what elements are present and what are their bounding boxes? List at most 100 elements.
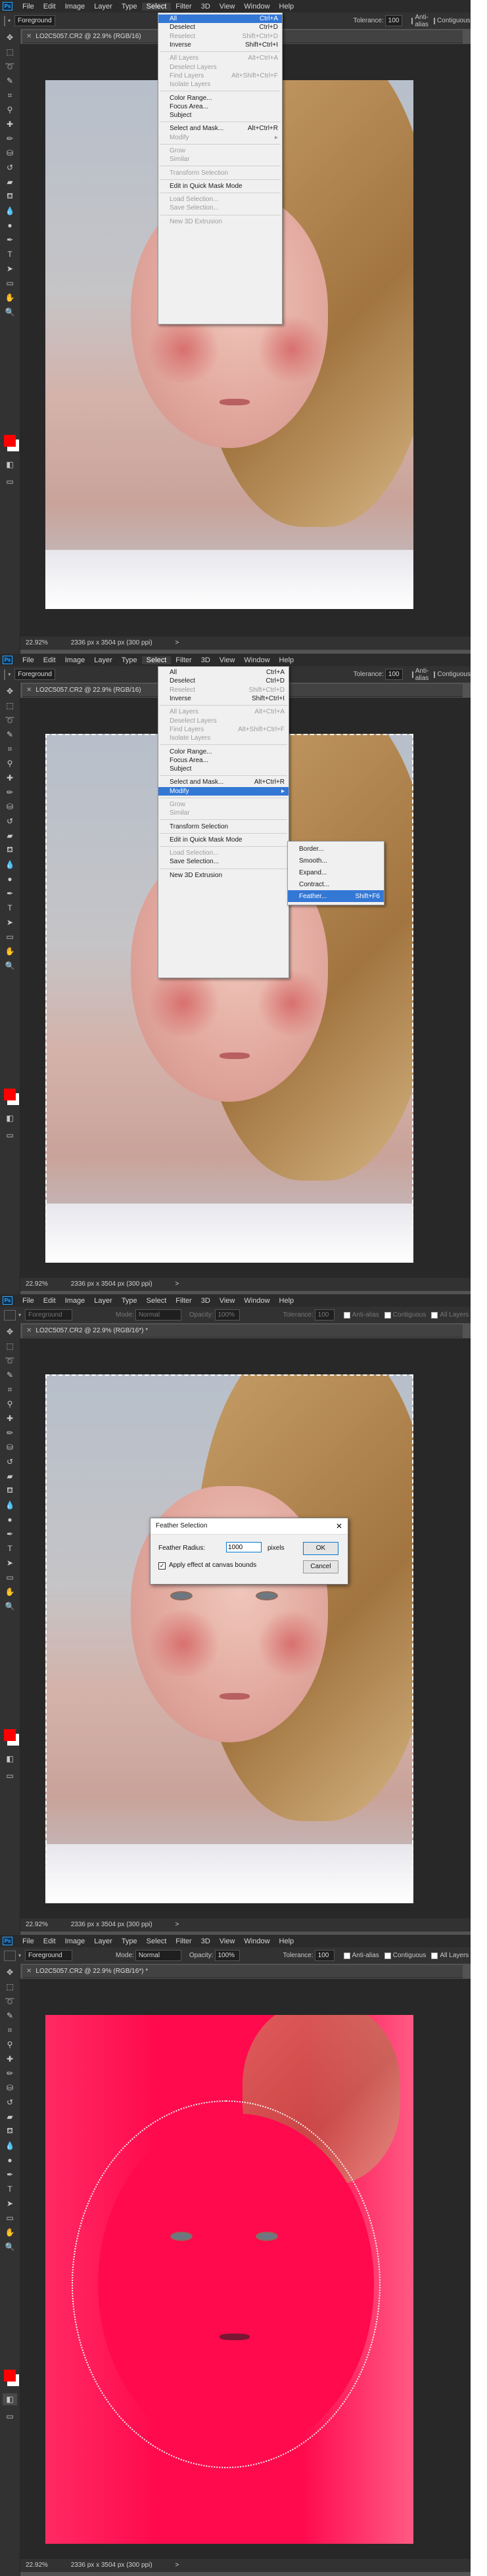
menu-view[interactable]: View <box>215 656 240 664</box>
menu-item-grow[interactable]: Grow <box>158 800 289 809</box>
path-select-icon[interactable]: ➤ <box>3 2198 17 2209</box>
menu-select[interactable]: Select <box>142 1937 172 1945</box>
menu-item-reselect[interactable]: Reselect Shift+Ctrl+D <box>158 32 282 41</box>
crop-icon[interactable]: ⌗ <box>3 2024 17 2036</box>
screen-mode-icon[interactable]: ▭ <box>3 476 17 487</box>
close-icon[interactable]: ✕ <box>26 1968 32 1975</box>
menu-type[interactable]: Type <box>117 656 142 664</box>
lasso-icon[interactable]: ➰ <box>3 1995 17 2007</box>
menu-file[interactable]: File <box>18 3 39 11</box>
blur-icon[interactable]: 💧 <box>3 2140 17 2152</box>
foreground-color-swatch[interactable] <box>4 1089 16 1100</box>
zoom-level[interactable]: 22.92% <box>26 2562 48 2569</box>
quick-mask-icon[interactable]: ◧ <box>3 1753 17 1765</box>
mode-select[interactable]: Normal <box>135 1950 181 1961</box>
paint-bucket-tool-icon[interactable]: ⛾ <box>3 191 17 202</box>
menu-item-modify[interactable]: Modify ▸ <box>158 786 289 796</box>
dodge-icon[interactable]: ● <box>3 1514 17 1525</box>
menu-layer[interactable]: Layer <box>89 656 117 664</box>
eraser-icon[interactable]: ▰ <box>3 1470 17 1482</box>
mode-select[interactable]: Normal <box>135 1309 181 1321</box>
eraser-icon[interactable]: ▰ <box>3 2111 17 2123</box>
menu-item-deselect-layers[interactable]: Deselect Layers <box>158 62 282 71</box>
foreground-color-swatch[interactable] <box>4 2370 16 2382</box>
close-icon[interactable]: ✕ <box>26 687 32 694</box>
menu-help[interactable]: Help <box>275 1297 299 1305</box>
menu-item-focus-area[interactable]: Focus Area... <box>158 102 282 111</box>
chevron-down-icon[interactable]: ▾ <box>8 18 11 24</box>
marquee-icon[interactable]: ⬚ <box>3 700 17 712</box>
menu-item-isolate-layers[interactable]: Isolate Layers <box>158 80 282 89</box>
paint-bucket-tool-icon[interactable]: ⛾ <box>3 844 17 856</box>
dodge-icon[interactable]: ● <box>3 2154 17 2166</box>
healing-icon[interactable]: ✚ <box>3 1412 17 1424</box>
contiguous-checkbox[interactable] <box>384 1311 391 1319</box>
opacity-input[interactable]: 100% <box>214 1309 240 1321</box>
tolerance-input[interactable]: 100 <box>314 1309 335 1321</box>
menu-item-deselect-layers[interactable]: Deselect Layers <box>158 716 289 725</box>
paint-bucket-icon[interactable] <box>4 1309 16 1321</box>
hand-icon[interactable]: ✋ <box>3 2226 17 2238</box>
marquee-icon[interactable]: ⬚ <box>3 1340 17 1352</box>
antialias-checkbox[interactable] <box>343 1952 350 1959</box>
fill-source-select[interactable]: Foreground <box>14 15 55 26</box>
menu-item-smooth[interactable]: Smooth... <box>288 855 384 867</box>
chevron-down-icon[interactable]: ▾ <box>18 1953 21 1958</box>
crop-icon[interactable]: ⌗ <box>3 89 17 101</box>
paint-bucket-tool-icon[interactable]: ⛾ <box>3 1485 17 1497</box>
contiguous-checkbox[interactable] <box>433 17 435 24</box>
menu-item-subject[interactable]: Subject <box>158 765 289 773</box>
menu-window[interactable]: Window <box>239 1937 274 1945</box>
menu-item-new-3d-extrusion[interactable]: New 3D Extrusion <box>158 217 282 226</box>
menu-item-save-selection[interactable]: Save Selection... <box>158 857 289 866</box>
zoom-icon[interactable]: 🔍 <box>3 1600 17 1612</box>
eyedropper-icon[interactable]: ⚲ <box>3 757 17 769</box>
menu-select[interactable]: Select <box>141 2 172 11</box>
status-arrow-icon[interactable]: > <box>175 2562 179 2569</box>
apply-canvas-bounds-checkbox[interactable]: ✓ <box>158 1562 166 1570</box>
shape-icon[interactable]: ▭ <box>3 931 17 943</box>
fill-source-select[interactable]: Foreground <box>25 1309 73 1321</box>
menu-filter[interactable]: Filter <box>171 656 196 664</box>
contiguous-checkbox[interactable] <box>434 671 436 678</box>
menu-edit[interactable]: Edit <box>39 1937 60 1945</box>
quick-mask-icon[interactable]: ◧ <box>3 1112 17 1124</box>
close-icon[interactable]: ✕ <box>26 33 32 40</box>
move-icon[interactable]: ✥ <box>3 1966 17 1978</box>
menu-window[interactable]: Window <box>239 1297 274 1305</box>
menu-item-deselect[interactable]: Deselect Ctrl+D <box>158 23 282 32</box>
menu-item-quick-mask[interactable]: Edit in Quick Mask Mode <box>158 836 289 844</box>
foreground-color-swatch[interactable] <box>4 435 16 447</box>
brush-icon[interactable]: ✏ <box>3 1427 17 1439</box>
stamp-icon[interactable]: ⛁ <box>3 1441 17 1453</box>
menu-layer[interactable]: Layer <box>89 3 117 11</box>
menu-help[interactable]: Help <box>275 3 299 11</box>
close-icon[interactable]: ✕ <box>336 1518 342 1534</box>
status-arrow-icon[interactable]: > <box>175 639 179 646</box>
menu-item-all-layers[interactable]: All Layers Alt+Ctrl+A <box>158 708 289 716</box>
marquee-icon[interactable]: ⬚ <box>3 46 17 58</box>
fill-source-select[interactable]: Foreground <box>14 669 55 680</box>
brush-icon[interactable]: ✏ <box>3 786 17 798</box>
menu-item-isolate-layers[interactable]: Isolate Layers <box>158 734 289 742</box>
healing-icon[interactable]: ✚ <box>3 2053 17 2065</box>
history-brush-icon[interactable]: ↺ <box>3 815 17 827</box>
menu-type[interactable]: Type <box>117 1297 142 1305</box>
menu-item-new-3d-extrusion[interactable]: New 3D Extrusion <box>158 871 289 880</box>
menu-help[interactable]: Help <box>275 656 299 664</box>
menu-item-transform-selection[interactable]: Transform Selection <box>158 822 289 830</box>
all-layers-checkbox[interactable] <box>431 1311 438 1319</box>
stamp-icon[interactable]: ⛁ <box>3 147 17 159</box>
menu-item-all-layers[interactable]: All Layers Alt+Ctrl+A <box>158 54 282 62</box>
menu-item-select-and-mask[interactable]: Select and Mask... Alt+Ctrl+R <box>158 124 282 133</box>
menu-item-reselect[interactable]: Reselect Shift+Ctrl+D <box>158 686 289 694</box>
shape-icon[interactable]: ▭ <box>3 2212 17 2224</box>
menu-item-border[interactable]: Border... <box>288 843 384 855</box>
menu-item-similar[interactable]: Similar <box>158 809 289 817</box>
canvas-area[interactable] <box>20 1979 471 2559</box>
menu-item-similar[interactable]: Similar <box>158 155 282 164</box>
pen-icon[interactable]: ✒ <box>3 234 17 246</box>
menu-item-find-layers[interactable]: Find Layers Alt+Shift+Ctrl+F <box>158 72 282 80</box>
menu-filter[interactable]: Filter <box>171 1937 196 1945</box>
menu-file[interactable]: File <box>18 656 39 664</box>
